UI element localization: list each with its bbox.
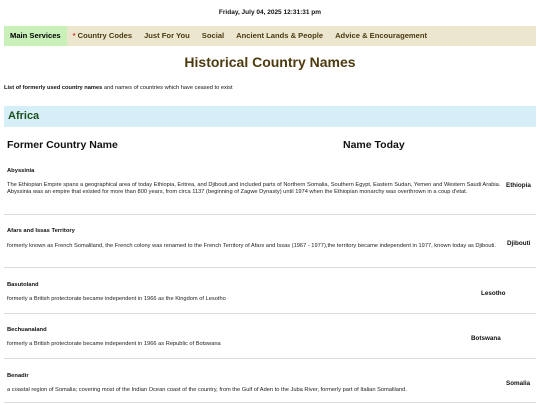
nav-country-codes[interactable]: * Country Codes <box>67 26 138 46</box>
nav-just-for-you[interactable]: Just For You <box>138 26 196 46</box>
entry-name-today: Botswana <box>471 335 501 342</box>
region-header: Africa <box>4 106 536 127</box>
entry-name: Afars and Issas Territory <box>7 228 75 234</box>
intro-bold: List of formerly used country names <box>4 85 103 91</box>
nav-ancient-lands-label: Ancient Lands & People <box>236 31 324 40</box>
entry-name: Basutoland <box>7 282 39 288</box>
entry-name: Bechuanaland <box>7 327 47 333</box>
column-header-today: Name Today <box>343 139 405 151</box>
nav-social-label: Social <box>201 31 225 40</box>
nav-just-for-you-label: Just For You <box>144 31 190 40</box>
nav-ancient-lands[interactable]: Ancient Lands & People <box>230 26 329 46</box>
entry-name-today: Lesotho <box>481 290 506 297</box>
nav-main-services[interactable]: Main Services <box>4 26 67 46</box>
intro-text: List of formerly used country names and … <box>4 85 233 91</box>
entry-description: formerly known as French Somaliland, the… <box>7 243 496 249</box>
nav-advice[interactable]: Advice & Encouragement <box>329 26 433 46</box>
entry-name-today: Ethiopia <box>506 182 531 189</box>
entry-description: a coastal region of Somalia; covering mo… <box>7 387 407 393</box>
row-divider <box>4 313 536 314</box>
row-divider <box>4 358 536 359</box>
entry-name-today: Djibouti <box>507 240 531 247</box>
row-divider <box>4 267 536 268</box>
entry-description: The Ethiopian Empire spans a geographica… <box>7 182 501 195</box>
main-nav: Main Services * Country Codes Just For Yo… <box>4 26 536 46</box>
nav-social[interactable]: Social <box>196 26 230 46</box>
current-datetime: Friday, July 04, 2025 12:31:31 pm <box>218 9 322 16</box>
entry-description: formerly a British protectorate became i… <box>7 296 226 302</box>
column-header-former: Former Country Name <box>7 139 118 151</box>
nav-main-services-label: Main Services <box>10 31 61 40</box>
nav-country-codes-label: Country Codes <box>77 31 133 40</box>
row-divider <box>4 402 536 403</box>
star-marker: * <box>72 31 76 40</box>
region-label: Africa <box>8 110 40 122</box>
entry-description: formerly a British protectorate became i… <box>7 341 221 347</box>
entry-name: Abyssinia <box>7 168 35 174</box>
row-divider <box>4 214 536 215</box>
entry-name: Benadir <box>7 373 29 379</box>
nav-advice-label: Advice & Encouragement <box>335 31 428 40</box>
entry-name-today: Somalia <box>506 380 531 387</box>
intro-rest: and names of countries which have ceased… <box>102 85 233 91</box>
page-title: Historical Country Names <box>184 54 356 70</box>
